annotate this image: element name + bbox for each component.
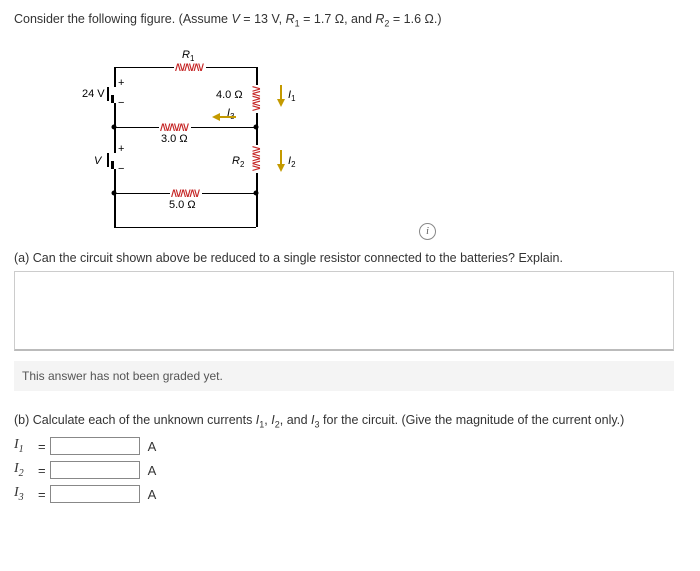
prompt-intro: Consider the following figure. (Assume (14, 12, 231, 26)
wire (206, 67, 256, 69)
resistor-r2 (252, 145, 260, 169)
battery-24v-minus: − (118, 97, 124, 109)
input-i2[interactable] (50, 461, 140, 479)
battery-v-pos (107, 153, 109, 167)
prompt-V-eq: = (240, 12, 254, 26)
label-5ohm: 5.0 Ω (169, 199, 196, 211)
unit-i1: A (148, 439, 157, 454)
label-3ohm: 3.0 Ω (161, 133, 188, 145)
row-i2: I2 = A (14, 461, 686, 479)
wire (256, 127, 258, 145)
prompt-R1-lhs: R (286, 12, 295, 26)
label-24v: 24 V (82, 88, 105, 100)
row-i3: I3 = A (14, 485, 686, 503)
problem-prompt: Consider the following figure. (Assume V… (14, 12, 686, 29)
wire (114, 127, 159, 129)
prompt-R1-val: 1.7 Ω (314, 12, 344, 26)
prompt-V-lhs: V (231, 12, 239, 26)
prompt-sep2: , and (344, 12, 375, 26)
label-4ohm: 4.0 Ω (216, 89, 243, 101)
battery-v-neg (111, 161, 114, 169)
node (112, 124, 117, 129)
label-r2: R2 (232, 155, 244, 169)
resistor-3ohm (159, 124, 187, 132)
wire (202, 193, 256, 195)
prompt-R2-eq: = (389, 12, 403, 26)
battery-24v-pos (107, 87, 109, 101)
wire (256, 193, 258, 227)
row-i1: I1 = A (14, 437, 686, 455)
battery-24v-neg (111, 95, 114, 103)
battery-v-minus: − (118, 163, 124, 175)
prompt-R1-eq: = (300, 12, 314, 26)
node (254, 190, 259, 195)
resistor-r1 (174, 64, 202, 72)
arrow-i1 (276, 85, 286, 107)
wire (114, 227, 256, 229)
wire (114, 193, 170, 195)
label-r1: R1 (182, 49, 194, 63)
label-i1: I1 (288, 89, 295, 103)
node (112, 190, 117, 195)
unit-i3: A (148, 487, 157, 502)
resistor-5ohm (170, 190, 198, 198)
prompt-V-val: 13 V (254, 12, 279, 26)
prompt-R2-val: 1.6 Ω (404, 12, 434, 26)
label-v: V (94, 155, 101, 167)
prompt-sep1: , (279, 12, 286, 26)
circuit-figure: R1 4.0 Ω I1 3.0 Ω I3 R2 I2 (84, 35, 324, 245)
label-i2: I2 (288, 155, 295, 169)
wire (114, 67, 174, 69)
input-i1[interactable] (50, 437, 140, 455)
part-b-question: (b) Calculate each of the unknown curren… (14, 413, 686, 430)
prompt-close: .) (434, 12, 442, 26)
battery-24v-plus: + (118, 77, 124, 89)
input-i3[interactable] (50, 485, 140, 503)
wire (191, 127, 256, 129)
info-icon[interactable]: i (419, 223, 436, 240)
part-a-answer-input[interactable] (14, 271, 674, 351)
arrow-i2 (276, 150, 286, 172)
part-a-question: (a) Can the circuit shown above be reduc… (14, 251, 686, 265)
battery-v-plus: + (118, 143, 124, 155)
arrow-i3 (212, 112, 236, 122)
unit-i2: A (148, 463, 157, 478)
resistor-4ohm (252, 85, 260, 109)
wire (256, 67, 258, 85)
grade-status: This answer has not been graded yet. (14, 361, 674, 391)
